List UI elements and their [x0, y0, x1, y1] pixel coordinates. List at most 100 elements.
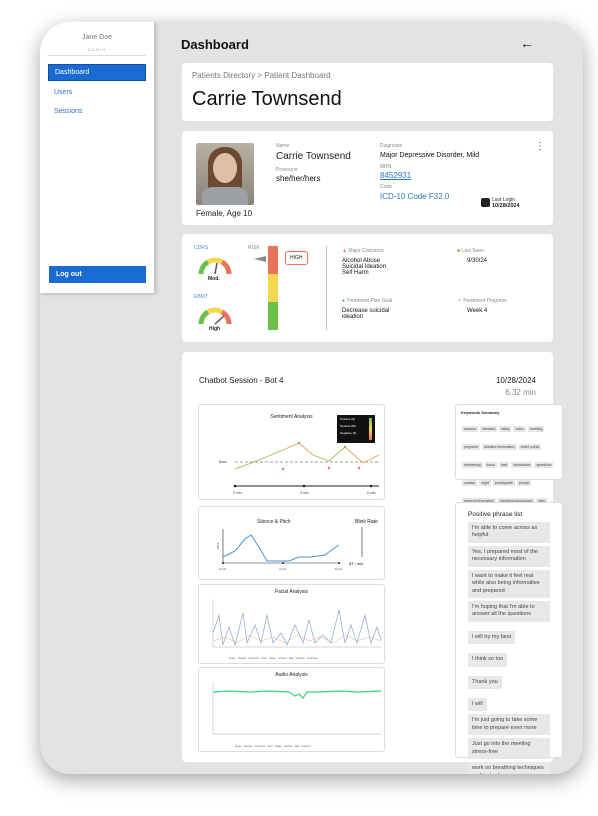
- risk-pointer-icon: [254, 256, 266, 262]
- audio-chart: [212, 682, 382, 735]
- sentiment-panel: Sentiment Analysis Positive (#) Neutral …: [198, 404, 385, 500]
- trend-icon: ↗: [457, 298, 462, 304]
- pronouns-label: Pronouns: [276, 167, 298, 173]
- phrase-item: I'm hoping that I'm able to answer all t…: [468, 600, 550, 622]
- phrase-item: Just go into the meeting stress-free: [468, 738, 550, 760]
- keyword-tag: caution: [462, 480, 478, 486]
- mrn-label: MRN: [380, 164, 392, 170]
- risk-bar-mid: [268, 274, 278, 302]
- cdrs-gauge: [198, 257, 232, 275]
- session-title: Chatbot Session - Bot 4: [199, 376, 284, 385]
- sidebar: Jane Doe ADMIN Dashboard Users Sessions …: [40, 22, 155, 293]
- phrase-list: I'm able to come across as helpful Yes, I…: [468, 522, 550, 774]
- keyword-tag: task: [498, 462, 510, 468]
- tablet-frame: Jane Doe ADMIN Dashboard Users Sessions …: [40, 22, 583, 774]
- sidebar-item-sessions[interactable]: Sessions: [48, 104, 146, 119]
- code-link[interactable]: ICD-10 Code F32.0: [380, 192, 479, 201]
- facial-legend: Anger · Disgust · Contempt · Fear · Happ…: [229, 657, 318, 660]
- logout-button[interactable]: Log out: [49, 266, 146, 283]
- sidebar-item-dashboard[interactable]: Dashboard: [48, 64, 146, 81]
- name-label: Name: [276, 143, 290, 149]
- cdrs-label: CDRS: [194, 245, 209, 251]
- sentiment-x-tick: 6 min: [367, 491, 376, 495]
- ebmt-label: EBMT: [194, 294, 208, 300]
- sidebar-user-name: Jane Doe: [82, 34, 112, 41]
- last-login-value: 10/28/2024: [492, 203, 520, 209]
- phrase-item: I'm just going to take some time to prep…: [468, 714, 550, 736]
- mrn-link[interactable]: 8452931: [380, 171, 479, 180]
- phrase-item: work on breathing techniques and just re…: [468, 762, 550, 774]
- keyword-tag: people: [516, 480, 532, 486]
- sentiment-x-tick: 3 min: [300, 491, 309, 495]
- keyword-tag: focus: [484, 462, 497, 468]
- audio-panel: Audio Analysis Anger · Disgust · Contemp…: [198, 667, 385, 752]
- concern-item: Self Harm: [342, 270, 369, 276]
- arrow-left-icon[interactable]: ←: [520, 35, 534, 51]
- diagnosis-value: Major Depressive Disorder, Mild: [380, 152, 480, 159]
- risk-summary-card: CDRS Mod. EBMT High RISK HIGH ▲ Major Co…: [182, 234, 553, 342]
- blink-rate-value: 27 / min: [349, 561, 364, 566]
- pronouns-value: she/her/hers: [276, 174, 321, 183]
- sentiment-baseline-label: Base: [219, 460, 227, 464]
- plan-goal-line: ideation: [342, 314, 364, 320]
- keyword-tag: questions: [534, 462, 554, 468]
- keywords-panel: Keywords Summary anxious stressed lately vi…: [455, 404, 563, 522]
- patient-sex-age: Female, Age 10: [196, 209, 253, 218]
- keywords-title: Keywords Summary: [461, 410, 500, 415]
- cdrs-value: Mod.: [208, 276, 220, 282]
- patient-name: Carrie Townsend: [276, 151, 351, 162]
- more-options-icon[interactable]: ⋮: [535, 141, 545, 152]
- major-concerns-label: ▲ Major Concerns: [342, 248, 384, 254]
- patient-photo: [196, 143, 254, 205]
- keyword-tag: meeting: [527, 426, 545, 432]
- sidebar-item-users[interactable]: Users: [48, 85, 146, 100]
- risk-divider: [326, 246, 327, 330]
- risk-bar: [268, 246, 278, 330]
- sidebar-user-role: ADMIN: [88, 47, 106, 52]
- keyword-tag: bullet points: [518, 444, 542, 450]
- robot-icon: [481, 198, 490, 207]
- page-title: Dashboard: [181, 37, 249, 52]
- facial-chart: [212, 599, 382, 648]
- silence-x-tick: 0 min: [219, 567, 227, 571]
- ebmt-value: High: [209, 326, 221, 332]
- target-icon: ●: [342, 298, 346, 304]
- phrase-item: Yes, I prepared most of the necessary in…: [468, 545, 550, 567]
- session-duration: 6.32 min: [505, 388, 536, 397]
- phrase-item: I will try my best: [468, 630, 516, 645]
- keyword-tag: video: [513, 426, 526, 432]
- progress-label: ↗ Treatment Progress: [457, 298, 507, 304]
- sentiment-chart: Base 0 min 3 min 6 min: [219, 441, 380, 495]
- silence-x-tick: 3 min: [279, 567, 287, 571]
- risk-bar-high: [268, 246, 278, 274]
- keyword-tag: prepared: [462, 444, 481, 450]
- breadcrumb[interactable]: Patients Directory > Patient Dashboard: [192, 71, 543, 80]
- risk-bar-low: [268, 302, 278, 330]
- facial-panel: Facial Analysis Anger · Disgust · Contem…: [198, 584, 385, 664]
- silence-y-label: Pitch: [216, 542, 220, 549]
- patient-name-heading: Carrie Townsend: [192, 88, 342, 110]
- patient-header-card: Patients Directory > Patient Dashboard C…: [182, 63, 553, 121]
- patient-info-card: Female, Age 10 Name Carrie Townsend Pron…: [182, 131, 553, 225]
- last-seen-value: 9/30/24: [467, 258, 488, 264]
- keyword-tag: detailed information: [482, 444, 517, 450]
- positive-phrases-panel: Positive phrase list I'm able to come ac…: [455, 502, 563, 774]
- keyword-tag: anxious: [462, 426, 479, 432]
- phrase-item: I will: [468, 698, 487, 712]
- keyword-tag: rehearsing: [462, 462, 483, 468]
- risk-label: RISK: [248, 245, 260, 251]
- phrase-item: I think so too: [468, 653, 508, 667]
- session-card: Chatbot Session - Bot 4 10/28/2024 6.32 …: [182, 352, 563, 774]
- silence-x-tick: 6 min: [335, 567, 343, 571]
- silence-pitch-panel: Silence & Pitch Blink Rate 0 min 3 min 6…: [198, 506, 385, 580]
- warning-icon: ▲: [342, 248, 347, 254]
- audio-legend: Anger · Disgust · Contempt · Fear · Happ…: [235, 745, 311, 748]
- keyword-tag: participants: [492, 480, 515, 486]
- code-label: Code: [380, 184, 392, 190]
- phrase-item: I want to make it feel real while also b…: [468, 569, 550, 598]
- phrase-item: I'm able to come across as helpful: [468, 522, 550, 543]
- keyword-tag: night: [479, 480, 491, 486]
- progress-value: Week 4: [467, 308, 488, 314]
- sidebar-divider: [48, 55, 146, 56]
- sentiment-x-tick: 0 min: [233, 491, 242, 495]
